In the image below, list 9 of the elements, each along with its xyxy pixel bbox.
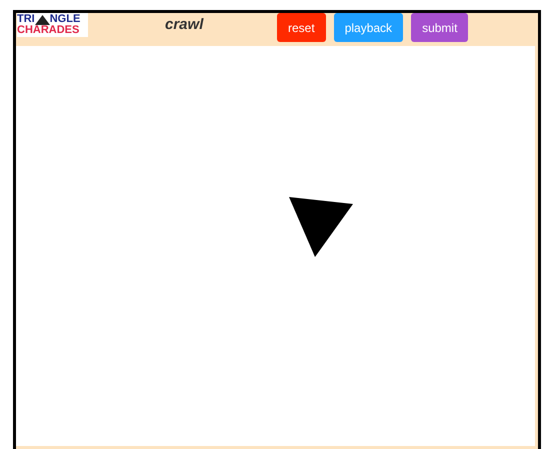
logo-text: CHARADES xyxy=(17,25,80,36)
logo-text: NGLE xyxy=(50,14,80,25)
logo-text: TRI xyxy=(17,14,35,25)
triangle-shape[interactable] xyxy=(289,197,353,257)
action-button[interactable]: playback xyxy=(334,13,404,42)
action-button[interactable]: submit xyxy=(411,13,468,42)
action-button[interactable]: reset xyxy=(277,13,326,42)
triangle-icon xyxy=(34,15,50,25)
prompt-word: crawl xyxy=(165,16,205,33)
